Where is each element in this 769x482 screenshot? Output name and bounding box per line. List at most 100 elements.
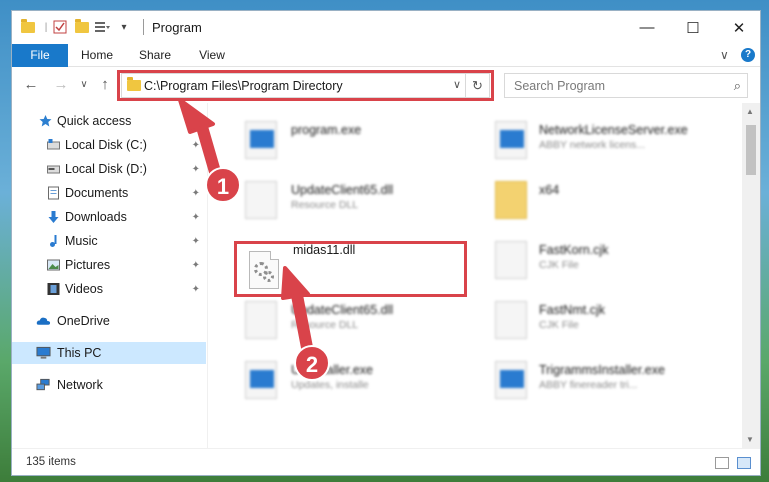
file-icon [495, 301, 527, 339]
customize-icon[interactable] [94, 19, 110, 35]
file-icon [495, 121, 527, 159]
pin-icon: ✦ [191, 188, 200, 199]
folder-icon [20, 18, 36, 35]
sidebar-label: Quick access [57, 114, 132, 128]
file-explorer-window: | ▾ Program — ☐ ✕ File Home Share View ∨… [11, 10, 761, 476]
sidebar-item-this-pc[interactable]: This PC [12, 342, 206, 364]
sidebar-label: Videos [65, 282, 103, 296]
vertical-scrollbar[interactable]: ▲ ▼ [742, 103, 760, 448]
item-count: 135 items [26, 456, 76, 468]
scroll-up-icon[interactable]: ▲ [746, 107, 754, 116]
file-name[interactable]: NetworkLicenseServer.exe [539, 123, 688, 137]
tab-home[interactable]: Home [74, 44, 120, 67]
ribbon-tabs: File Home Share View ∨ ? [12, 44, 760, 67]
file-name[interactable]: FastKorn.cjk [539, 243, 608, 257]
file-description: Resource DLL [291, 319, 359, 331]
file-description: CJK File [539, 319, 579, 331]
videos-icon [47, 283, 60, 295]
step-badge-2: 2 [294, 345, 330, 381]
minimize-button[interactable]: — [624, 11, 670, 44]
file-name[interactable]: program.exe [291, 123, 361, 137]
sidebar-item-downloads[interactable]: Downloads ✦ [12, 206, 206, 228]
scroll-down-icon[interactable]: ▼ [746, 435, 754, 444]
maximize-button[interactable]: ☐ [670, 11, 716, 44]
sidebar-item-local-disk-c[interactable]: Local Disk (C:) ✦ [12, 134, 206, 156]
music-icon [50, 235, 57, 247]
pin-icon: ✦ [191, 260, 200, 271]
sidebar-item-network[interactable]: Network [12, 374, 206, 396]
file-name[interactable]: TrigrammsInstaller.exe [539, 363, 665, 377]
expand-ribbon-icon[interactable]: ∨ [720, 48, 729, 62]
new-folder-icon[interactable] [74, 18, 90, 35]
quick-access-dropdown-icon[interactable]: ▾ [116, 19, 132, 35]
file-description: Updates, installe [291, 379, 369, 391]
close-button[interactable]: ✕ [716, 11, 760, 44]
navigation-bar: ← → ∨ ↑ C:\Program Files\Program Directo… [12, 67, 760, 103]
recent-locations-icon[interactable]: ∨ [75, 79, 93, 90]
details-view-icon[interactable] [715, 457, 729, 469]
sidebar-item-quick-access[interactable]: Quick access [12, 110, 206, 132]
sidebar-label: Pictures [65, 258, 111, 272]
file-description: CJK File [539, 259, 579, 271]
file-name[interactable]: x64 [539, 183, 559, 197]
tab-file[interactable]: File [12, 44, 68, 67]
sidebar-item-pictures[interactable]: Pictures ✦ [12, 254, 206, 276]
sidebar-label: OneDrive [57, 314, 110, 328]
sidebar-label: Network [57, 378, 103, 392]
search-box[interactable]: Search Program ⌕ [504, 73, 748, 98]
search-icon[interactable]: ⌕ [734, 78, 741, 94]
sidebar-label: Local Disk (C:) [65, 138, 147, 152]
sidebar-label: Documents [65, 186, 129, 200]
tab-view[interactable]: View [190, 44, 234, 67]
computer-icon [36, 346, 51, 359]
navigation-pane: Quick access Local Disk (C:) ✦ Local Dis… [12, 103, 208, 448]
drive-icon [47, 139, 60, 150]
file-icon [245, 301, 277, 339]
file-name[interactable]: FastNmt.cjk [539, 303, 605, 317]
sidebar-item-videos[interactable]: Videos ✦ [12, 278, 206, 300]
properties-icon[interactable] [52, 19, 68, 35]
star-icon [39, 115, 52, 127]
file-name[interactable]: UpdateClient65.dll [291, 303, 393, 317]
folder-icon [495, 181, 527, 219]
sidebar-item-documents[interactable]: Documents ✦ [12, 182, 206, 204]
forward-button[interactable]: → [52, 76, 70, 93]
scroll-thumb[interactable] [746, 125, 756, 175]
help-icon[interactable]: ? [741, 48, 755, 62]
file-icon [495, 241, 527, 279]
search-input[interactable]: Search Program [514, 79, 605, 93]
documents-icon [48, 186, 59, 200]
sidebar-item-onedrive[interactable]: OneDrive [12, 310, 206, 332]
file-icon [495, 361, 527, 399]
network-icon [36, 378, 50, 391]
sidebar-item-music[interactable]: Music ✦ [12, 230, 206, 252]
pin-icon: ✦ [191, 164, 200, 175]
sidebar-label: Downloads [65, 210, 127, 224]
status-bar: 135 items [12, 448, 760, 475]
pin-icon: ✦ [191, 236, 200, 247]
file-highlight-box [234, 241, 467, 297]
drive-icon [47, 165, 60, 174]
up-button[interactable]: ↑ [96, 76, 114, 93]
downloads-icon [48, 211, 59, 223]
file-description: Resource DLL [291, 199, 359, 211]
sidebar-label: Music [65, 234, 98, 248]
file-list: program.exe NetworkLicenseServer.exe ABB… [209, 103, 740, 448]
pin-icon: ✦ [191, 212, 200, 223]
pictures-icon [47, 259, 60, 271]
step-badge-1: 1 [205, 167, 241, 203]
file-icon [245, 181, 277, 219]
file-description: ABBY finereader tri... [539, 379, 638, 391]
file-icon [245, 121, 277, 159]
pin-icon: ✦ [191, 284, 200, 295]
cloud-icon [36, 317, 51, 325]
sidebar-item-local-disk-d[interactable]: Local Disk (D:) ✦ [12, 158, 206, 180]
address-highlight-box [117, 70, 494, 101]
title-bar: | ▾ Program — ☐ ✕ [12, 11, 760, 44]
back-button[interactable]: ← [22, 76, 40, 93]
file-icon [245, 361, 277, 399]
tab-share[interactable]: Share [132, 44, 178, 67]
title-separator [143, 19, 144, 35]
file-name[interactable]: UpdateClient65.dll [291, 183, 393, 197]
large-icons-view-icon[interactable] [737, 457, 751, 469]
